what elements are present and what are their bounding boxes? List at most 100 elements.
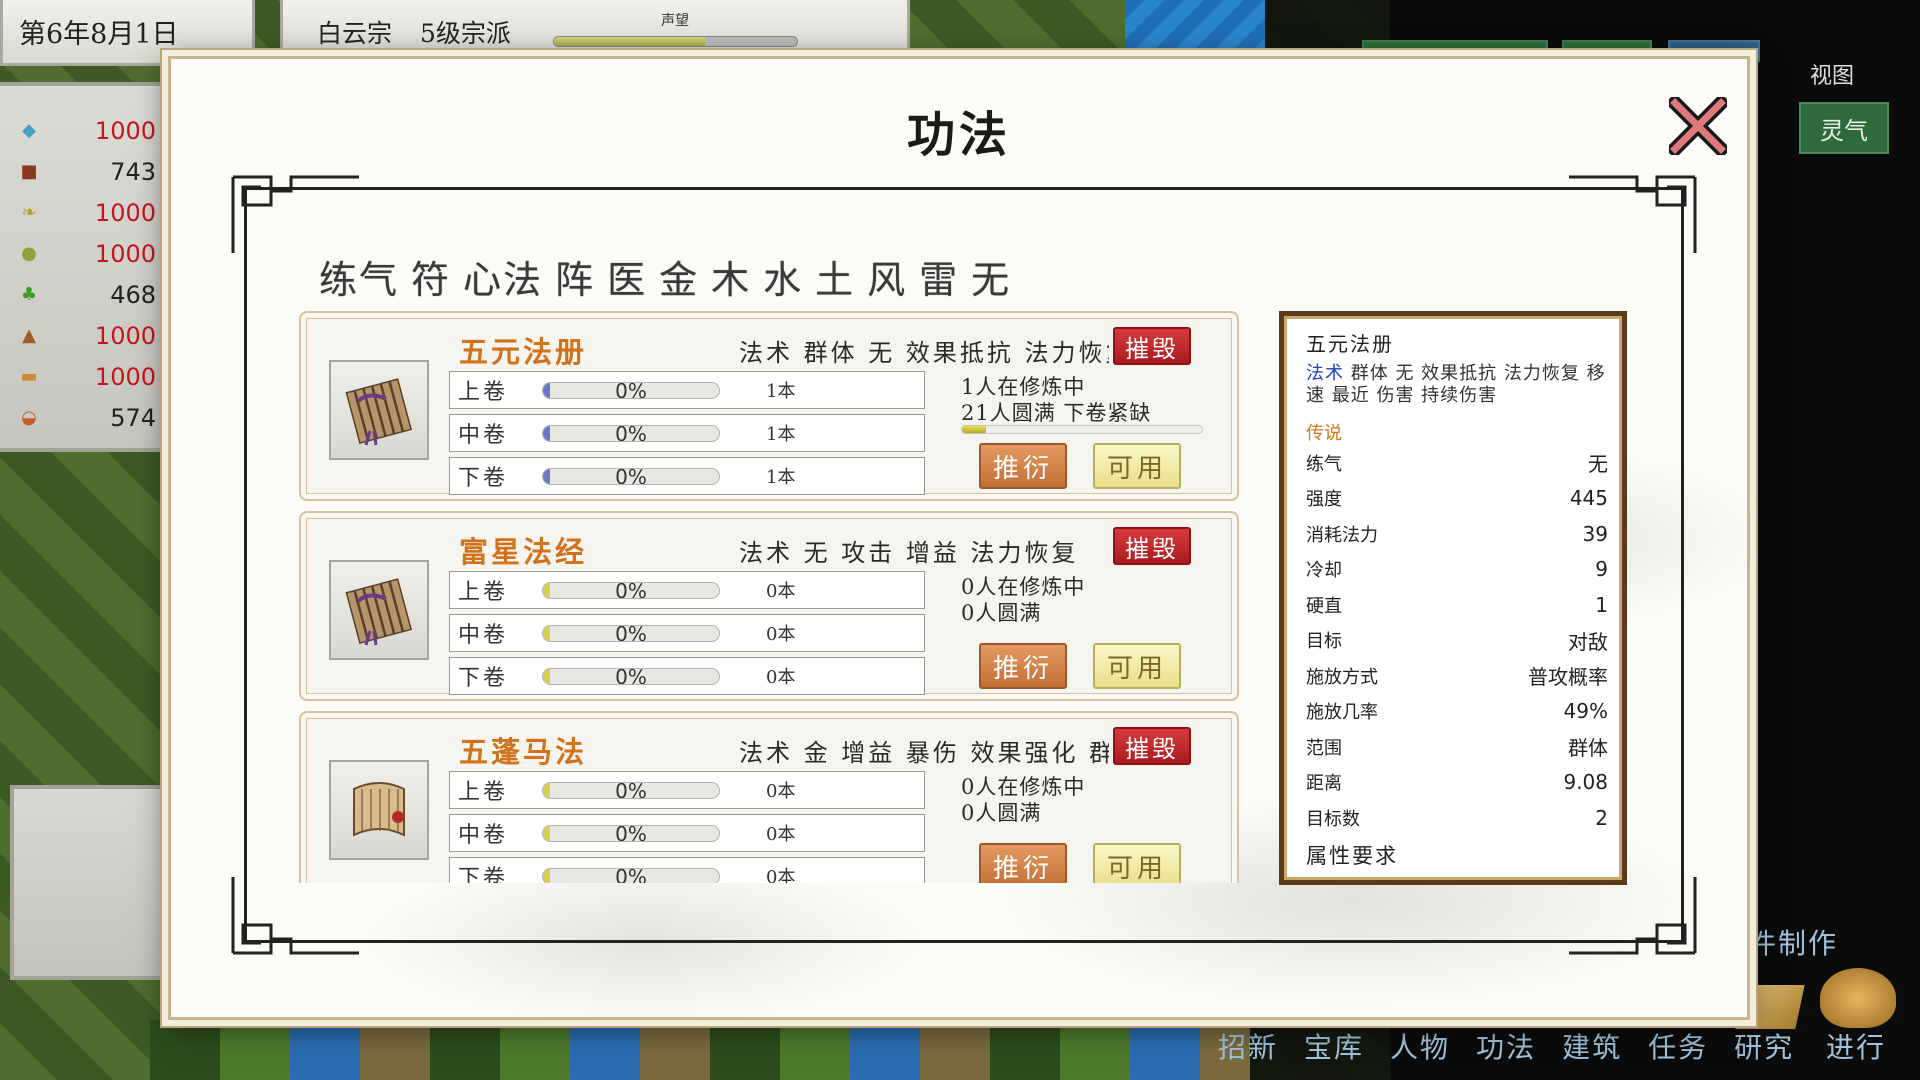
nav-item[interactable]: 研究 [1734, 1026, 1794, 1066]
detail-stat-row: 消耗法力 39 [1306, 516, 1608, 552]
stat-value: 445 [1569, 486, 1608, 511]
volume-percent: 0% [615, 624, 647, 642]
stat-name: 硬直 [1306, 595, 1342, 617]
category-tab[interactable]: 雷 [919, 249, 959, 304]
herb-leaf-icon: ❧ [21, 202, 37, 223]
resource-row: ▲ 1000 [12, 315, 156, 356]
sect-level: 5级宗派 [420, 18, 511, 48]
volume-label: 下卷 [458, 466, 509, 491]
volume-label: 中卷 [458, 423, 509, 448]
gongfa-book-slot[interactable] [329, 760, 429, 860]
lingqi-view-button[interactable]: 灵气 [1799, 102, 1889, 154]
category-tab[interactable]: 心法 [463, 249, 543, 304]
nav-item[interactable]: 宝库 [1304, 1026, 1364, 1066]
stat-name: 施放方式 [1306, 666, 1378, 688]
proceed-button[interactable]: 进行 [1826, 1026, 1886, 1066]
stat-value: 39 [1582, 521, 1608, 546]
detail-title: 五元法册 [1306, 332, 1394, 356]
usable-toggle-button[interactable]: 可用 [1093, 643, 1181, 689]
mastery-status: 21人圆满 下卷紧缺 [961, 401, 1152, 425]
deduce-progress-fill [962, 426, 986, 433]
gongfa-book-slot[interactable] [329, 560, 429, 660]
resource-row: ♣ 468 [12, 274, 156, 315]
gongfa-tags: 法术 群体 无 效果抵抗 法力恢复 [739, 339, 1109, 367]
stat-name: 范围 [1306, 737, 1342, 759]
volume-progress-bar: 0% [542, 624, 720, 642]
volume-label: 上卷 [458, 780, 509, 805]
resource-row: ◆ 1000 [12, 110, 156, 151]
bamboo-scroll-icon [345, 578, 413, 646]
volume-progress-bar: 0% [542, 381, 720, 399]
close-button[interactable] [1669, 97, 1727, 155]
stat-value: 9 [1595, 557, 1608, 582]
category-tab[interactable]: 木 [711, 249, 751, 304]
destroy-button[interactable]: 摧毁 [1113, 327, 1191, 365]
gongfa-book-slot[interactable] [329, 360, 429, 460]
gongfa-detail-panel: 五元法册 法术 群体 无 效果抵抗 法力恢复 移速 最近 伤害 持续伤害 传说 … [1279, 311, 1627, 885]
volume-percent: 0% [615, 467, 647, 485]
volume-label: 中卷 [458, 623, 509, 648]
water-tile [1125, 0, 1265, 60]
frame-corner-ornament [231, 875, 361, 955]
gongfa-modal: 功法 练气符心法阵医金木水土风雷无 五元法册 法术 群体 无 效果抵抗 法力恢复摧… [168, 56, 1750, 1020]
nav-item[interactable]: 任务 [1648, 1026, 1708, 1066]
mastery-status: 0人圆满 [961, 801, 1042, 825]
volume-count: 0本 [766, 781, 796, 802]
gongfa-name: 富星法经 [459, 535, 588, 569]
volume-count: 0本 [766, 824, 796, 845]
detail-desc-text: 群体 无 效果抵抗 法力恢复 移速 最近 伤害 持续伤害 [1306, 363, 1606, 406]
volume-progress-bar: 0% [542, 424, 720, 442]
detail-stat-row: 目标数 2 [1306, 800, 1608, 836]
beast-hide-icon: ▲ [22, 325, 36, 346]
category-tab[interactable]: 练气 [319, 249, 399, 304]
deduce-button[interactable]: 推衍 [979, 643, 1067, 689]
detail-stat-row: 练气 无 [1306, 445, 1608, 481]
volume-count: 0本 [766, 624, 796, 645]
stat-value: 1 [1595, 592, 1608, 617]
stat-value: 群体 [1568, 736, 1608, 761]
volume-count: 0本 [766, 667, 796, 688]
craft-menu-item[interactable]: 件制作 [1748, 922, 1838, 962]
stat-value: 2 [1595, 805, 1608, 830]
usable-toggle-button[interactable]: 可用 [1093, 443, 1181, 489]
deduce-button[interactable]: 推衍 [979, 843, 1067, 883]
detail-stat-row: 强度 445 [1306, 481, 1608, 517]
volume-percent: 0% [615, 667, 647, 685]
nav-item[interactable]: 建筑 [1562, 1026, 1622, 1066]
deduce-button[interactable]: 推衍 [979, 443, 1067, 489]
category-tab[interactable]: 土 [815, 249, 855, 304]
spirit-stone-icon: ◆ [22, 120, 36, 141]
nav-item[interactable]: 招新 [1218, 1026, 1278, 1066]
category-tab[interactable]: 风 [867, 249, 907, 304]
usable-toggle-button[interactable]: 可用 [1093, 843, 1181, 883]
volume-row: 下卷 0% 0本 [449, 857, 925, 883]
detail-stats: 练气 无强度 445 消耗法力 39 冷却 9 硬直 1 目标 对敌 施放方式 普攻概率 施放几率 49% 范… [1306, 445, 1608, 836]
detail-stat-row: 施放方式 普攻概率 [1306, 658, 1608, 694]
food-bowl-icon: ◒ [21, 407, 37, 428]
category-tab[interactable]: 水 [763, 249, 803, 304]
nav-item[interactable]: 功法 [1476, 1026, 1536, 1066]
category-tab[interactable]: 金 [659, 249, 699, 304]
resource-value: 1000 [94, 116, 156, 145]
gongfa-list[interactable]: 五元法册 法术 群体 无 效果抵抗 法力恢复 摧毁 上卷 0% 1本 中卷 0% 1本 下卷 0% 1… [299, 311, 1239, 883]
detail-stat-row: 范围 群体 [1306, 729, 1608, 765]
gongfa-card[interactable]: 五元法册 法术 群体 无 效果抵抗 法力恢复 摧毁 上卷 0% 1本 中卷 0% 1本 下卷 0% 1… [299, 311, 1239, 501]
close-icon [1669, 97, 1727, 155]
resource-row: ■ 743 [12, 151, 156, 192]
category-tab[interactable]: 医 [607, 249, 647, 304]
volume-label: 上卷 [458, 580, 509, 605]
resource-value: 1000 [94, 321, 156, 350]
destroy-button[interactable]: 摧毁 [1113, 727, 1191, 765]
gongfa-name: 五元法册 [459, 335, 588, 369]
deduce-progress-bar [961, 425, 1203, 434]
gongfa-card[interactable]: 富星法经 法术 无 攻击 增益 法力恢复 摧毁 上卷 0% 0本 中卷 0% 0本 下卷 0% 0本 0… [299, 511, 1239, 701]
resource-value: 1000 [94, 362, 156, 391]
nav-item[interactable]: 人物 [1390, 1026, 1450, 1066]
volume-label: 上卷 [458, 380, 509, 405]
gongfa-card[interactable]: 五蓬马法 法术 金 增益 暴伤 效果强化 群体 摧毁 上卷 0% 0本 中卷 0% 0本 下卷 0%… [299, 711, 1239, 883]
stat-name: 施放几率 [1306, 702, 1378, 724]
category-tab[interactable]: 无 [971, 249, 1011, 304]
category-tab[interactable]: 阵 [555, 249, 595, 304]
category-tab[interactable]: 符 [411, 249, 451, 304]
destroy-button[interactable]: 摧毁 [1113, 527, 1191, 565]
